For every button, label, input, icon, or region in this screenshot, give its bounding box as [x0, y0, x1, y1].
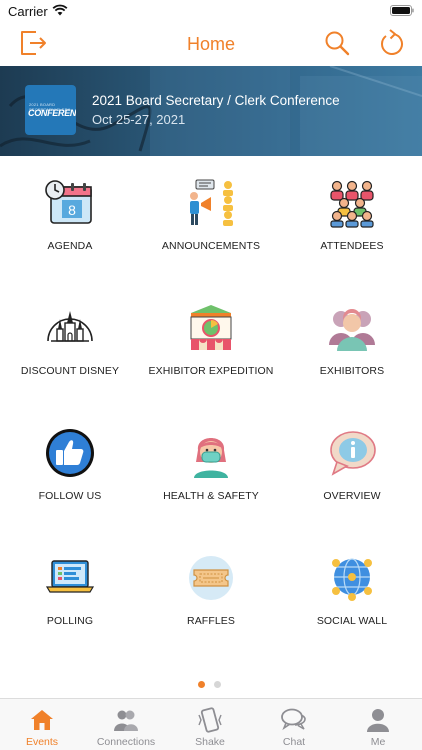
tab-label: Chat — [282, 736, 306, 748]
house-icon — [31, 710, 53, 730]
tile-exhibitor-expedition[interactable]: EXHIBITOR EXPEDITION — [141, 281, 281, 406]
tab-me[interactable]: Me — [336, 699, 420, 750]
tab-bar: Events Connections Shake Chat Me — [0, 698, 422, 750]
page-title: Home — [186, 34, 235, 54]
tab-events[interactable]: Events — [0, 699, 84, 750]
conference-logo-text: CONFERENCE — [28, 108, 76, 118]
event-title: 2021 Board Secretary / Clerk Conference — [92, 93, 340, 108]
tab-label: Me — [370, 736, 386, 748]
page-dot-active[interactable] — [198, 681, 205, 688]
tab-connections[interactable]: Connections — [84, 699, 168, 750]
tile-label: EXHIBITORS — [319, 365, 385, 377]
status-bar: Carrier — [0, 0, 422, 22]
thumbs-up-icon — [46, 429, 94, 477]
tab-label: Shake — [195, 736, 225, 748]
tab-label: Events — [25, 736, 59, 748]
audience-group-icon — [330, 180, 374, 228]
tile-label: OVERVIEW — [323, 490, 381, 502]
tile-exhibitors[interactable]: EXHIBITORS — [282, 281, 422, 406]
tab-chat[interactable]: Chat — [252, 699, 336, 750]
battery-icon — [390, 5, 414, 16]
tile-raffles[interactable]: RAFFLES — [141, 531, 281, 656]
laptop-poll-icon — [45, 560, 95, 593]
tile-social-wall[interactable]: SOCIAL WALL — [282, 531, 422, 656]
info-bubble-icon — [330, 431, 376, 476]
carrier-name: Carrier — [8, 4, 48, 19]
tile-label: ATTENDEES — [320, 240, 384, 252]
tile-discount-disney[interactable]: DISCOUNT DISNEY — [0, 281, 140, 406]
tile-label: POLLING — [46, 615, 94, 627]
tab-shake[interactable]: Shake — [168, 699, 252, 750]
event-banner[interactable]: 2021 BOARD SECRETARY/CLERK CONFERENCE 20… — [0, 66, 422, 156]
tab-label: Connections — [96, 736, 156, 748]
connections-icon — [114, 710, 138, 731]
tile-label: FOLLOW US — [38, 490, 102, 502]
tile-label: AGENDA — [47, 240, 93, 252]
page-indicator[interactable] — [198, 681, 226, 689]
tile-label: EXHIBITOR EXPEDITION — [148, 365, 274, 377]
megaphone-presenter-icon — [190, 179, 233, 226]
calendar-clock-icon: 8 — [45, 180, 92, 224]
tile-attendees[interactable]: ATTENDEES — [282, 156, 422, 281]
person-icon — [367, 709, 389, 732]
tile-overview[interactable]: OVERVIEW — [282, 406, 422, 531]
tile-label: DISCOUNT DISNEY — [20, 365, 120, 377]
tile-agenda[interactable]: 8 AGENDA — [0, 156, 140, 281]
tile-label: HEALTH & SAFETY — [163, 490, 259, 502]
tile-health-safety[interactable]: HEALTH & SAFETY — [141, 406, 281, 531]
wifi-icon — [52, 4, 68, 16]
svg-text:8: 8 — [68, 202, 76, 218]
navigation-bar: Home — [0, 22, 422, 66]
tile-label: SOCIAL WALL — [316, 615, 388, 627]
conference-logo: 2021 BOARD SECRETARY/CLERK CONFERENCE — [25, 85, 76, 135]
tile-label: RAFFLES — [187, 615, 235, 627]
tile-announcements[interactable]: ANNOUNCEMENTS — [141, 156, 281, 281]
refresh-icon[interactable] — [377, 28, 405, 58]
carnival-booth-icon — [190, 305, 232, 350]
ticket-icon — [189, 556, 233, 600]
tile-follow-us[interactable]: FOLLOW US — [0, 406, 140, 531]
page-dot[interactable] — [214, 681, 221, 688]
event-dates: Oct 25-27, 2021 — [92, 112, 186, 127]
shake-phone-icon — [198, 707, 222, 733]
people-group-icon — [329, 309, 375, 351]
tile-label: ANNOUNCEMENTS — [161, 240, 261, 252]
masked-person-icon — [194, 438, 228, 478]
search-icon[interactable] — [324, 30, 350, 56]
castle-icon — [47, 311, 93, 342]
chat-bubbles-icon — [281, 708, 306, 731]
globe-network-icon — [332, 558, 372, 601]
tile-polling[interactable]: POLLING — [0, 531, 140, 656]
